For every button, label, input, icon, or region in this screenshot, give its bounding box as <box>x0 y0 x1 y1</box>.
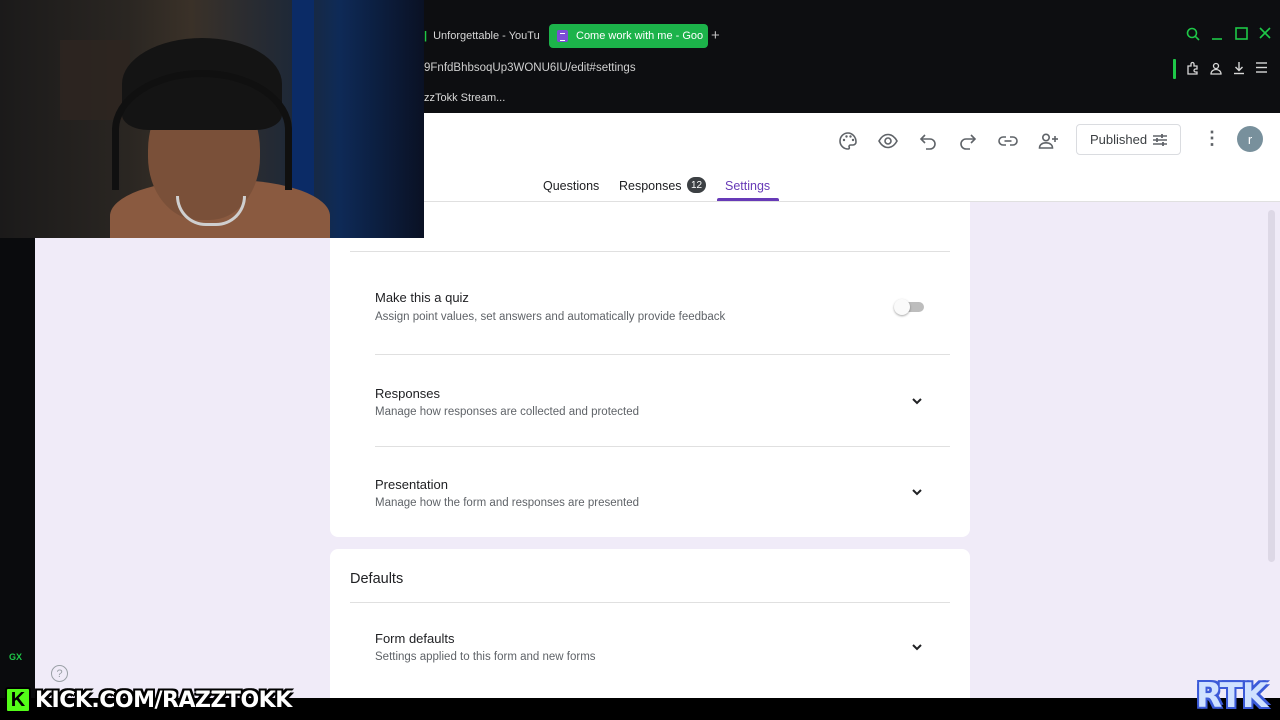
tab-settings[interactable]: Settings <box>725 179 770 193</box>
redo-icon[interactable] <box>957 130 979 152</box>
google-forms-icon <box>557 30 568 42</box>
toggle-thumb <box>894 299 910 315</box>
undo-icon[interactable] <box>917 130 939 152</box>
divider <box>350 602 950 603</box>
more-options-icon[interactable]: ⋮ <box>1203 129 1221 147</box>
profile-icon[interactable] <box>1209 61 1223 75</box>
published-button[interactable]: Published <box>1076 124 1181 155</box>
tab-separator-icon: | <box>424 30 428 42</box>
webcam-headset <box>112 70 292 190</box>
preview-eye-icon[interactable] <box>877 130 899 152</box>
easy-setup-menu-icon[interactable] <box>1255 61 1268 74</box>
page-scrollbar[interactable] <box>1268 210 1275 562</box>
published-label: Published <box>1090 132 1148 147</box>
url-field[interactable]: 9FnfdBhbsoqUp3WONU6IU/edit#settings <box>424 62 636 74</box>
avatar[interactable]: r <box>1237 126 1263 152</box>
close-icon[interactable] <box>1259 27 1271 39</box>
tab-label: Come work with me - Goo <box>576 30 704 42</box>
screen: GX | Unforgettable - YouTu Come work wit… <box>0 0 1280 720</box>
tab-label: Unforgettable - YouTu <box>433 30 540 42</box>
accent-bar <box>1173 59 1176 79</box>
tab-youtube[interactable]: | Unforgettable - YouTu <box>420 24 546 48</box>
extensions-icon[interactable] <box>1186 61 1200 75</box>
chevron-down-icon[interactable] <box>910 485 924 499</box>
responses-setting-description: Manage how responses are collected and p… <box>375 406 640 418</box>
responses-setting-title: Responses <box>375 386 441 401</box>
palette-icon[interactable] <box>837 130 859 152</box>
kick-url-text: KICK.COM/RAZZTOKK <box>35 687 292 713</box>
download-icon[interactable] <box>1232 61 1246 75</box>
rtk-brand-logo: RTK <box>1196 676 1268 716</box>
quiz-toggle[interactable] <box>894 299 924 315</box>
kick-channel-overlay: K KICK.COM/RAZZTOKK <box>5 686 292 714</box>
add-collaborator-icon[interactable] <box>1037 130 1059 152</box>
help-icon[interactable]: ? <box>51 665 68 682</box>
link-icon[interactable] <box>997 130 1019 152</box>
publish-settings-sliders-icon <box>1153 134 1167 146</box>
tab-responses[interactable]: Responses <box>619 179 682 193</box>
webcam-overlay <box>0 0 424 238</box>
responses-count-badge: 12 <box>687 177 706 193</box>
minimize-icon[interactable] <box>1211 27 1223 41</box>
form-defaults-description: Settings applied to this form and new fo… <box>375 651 596 663</box>
quiz-setting-title: Make this a quiz <box>375 290 469 305</box>
chevron-down-icon[interactable] <box>910 640 924 654</box>
tab-google-forms[interactable]: Come work with me - Goo <box>549 24 708 48</box>
defaults-card: Defaults Form defaults Settings applied … <box>330 549 970 709</box>
presentation-setting-description: Manage how the form and responses are pr… <box>375 497 640 509</box>
divider <box>375 354 950 355</box>
search-icon[interactable] <box>1186 27 1200 41</box>
settings-card: Make this a quiz Assign point values, se… <box>330 202 970 537</box>
quiz-setting-description: Assign point values, set answers and aut… <box>375 311 726 323</box>
tab-questions[interactable]: Questions <box>543 179 599 193</box>
defaults-heading: Defaults <box>350 571 404 587</box>
form-defaults-title: Form defaults <box>375 631 455 646</box>
bookmark-stream[interactable]: zzTokk Stream... <box>424 92 505 104</box>
maximize-icon[interactable] <box>1235 27 1248 40</box>
new-tab-plus-icon[interactable]: + <box>711 28 720 43</box>
presentation-setting-title: Presentation <box>375 477 448 492</box>
divider <box>375 446 950 447</box>
gx-logo[interactable]: GX <box>9 652 22 662</box>
active-tab-indicator <box>717 198 779 201</box>
chevron-down-icon[interactable] <box>910 394 924 408</box>
kick-logo-icon: K <box>5 687 31 713</box>
divider <box>350 251 950 252</box>
